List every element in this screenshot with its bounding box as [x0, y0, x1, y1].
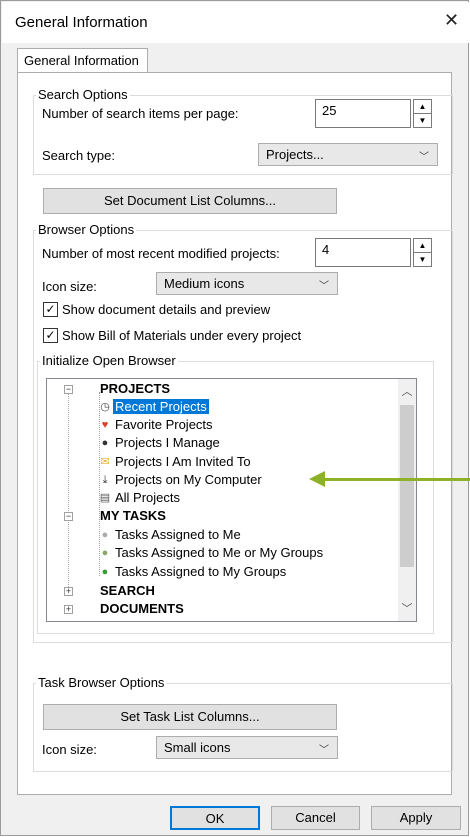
- chevron-down-icon: ﹀: [319, 745, 329, 756]
- title-bar: General Information ✕: [2, 2, 469, 43]
- tree-label: Tasks Assigned to Me: [115, 527, 241, 542]
- tree-item-search[interactable]: + SEARCH: [47, 582, 397, 600]
- window-title: General Information: [15, 14, 148, 31]
- search-items-input[interactable]: 25: [315, 99, 411, 128]
- tree-label: Tasks Assigned to Me or My Groups: [115, 545, 324, 560]
- tree-item-favorite-projects[interactable]: ♥ Favorite Projects: [47, 416, 397, 434]
- tree-item-tasks-assigned-me-groups[interactable]: ● Tasks Assigned to Me or My Groups: [47, 544, 397, 562]
- collapse-icon[interactable]: −: [64, 385, 73, 394]
- tree-label: Projects I Am Invited To: [115, 454, 251, 469]
- annotation-arrow-icon: [309, 471, 325, 487]
- user-group-icon: ●: [101, 547, 109, 559]
- cancel-button[interactable]: Cancel: [271, 806, 360, 830]
- group-icon: ●: [101, 566, 109, 578]
- clock-icon: ◷: [100, 401, 110, 413]
- person-icon: ●: [101, 437, 109, 449]
- tree-item-projects-invited[interactable]: ✉ Projects I Am Invited To: [47, 453, 397, 471]
- tree-item-documents[interactable]: + DOCUMENTS: [47, 600, 397, 618]
- spin-up-icon[interactable]: ▲: [414, 100, 431, 114]
- tree-item-projects[interactable]: − PROJECTS: [47, 380, 397, 398]
- icon-size-select[interactable]: Medium icons ﹀: [156, 272, 338, 295]
- scroll-down-icon[interactable]: ﹀: [398, 600, 416, 616]
- icon-size-value: Medium icons: [164, 276, 245, 291]
- tree-item-recent-projects[interactable]: ◷ Recent Projects: [47, 398, 397, 416]
- tree-label: PROJECTS: [100, 381, 171, 396]
- envelope-icon: ✉: [100, 456, 110, 468]
- search-options-legend: Search Options: [38, 87, 128, 102]
- tree-item-tasks-assigned-groups[interactable]: ● Tasks Assigned to My Groups: [47, 563, 397, 581]
- recent-projects-count-label: Number of most recent modified projects:: [42, 246, 280, 261]
- show-details-label[interactable]: Show document details and preview: [62, 302, 270, 317]
- annotation-arrow-line: [323, 478, 470, 481]
- tree-scrollbar[interactable]: ︿ ﹀: [398, 379, 416, 621]
- spin-down-icon[interactable]: ▼: [414, 253, 431, 266]
- browser-tree[interactable]: − PROJECTS ◷ Recent Projects ♥ Favorite …: [46, 378, 417, 622]
- scrollbar-thumb[interactable]: [400, 405, 414, 567]
- icon-size-label: Icon size:: [42, 279, 97, 294]
- task-icon-size-label: Icon size:: [42, 742, 97, 757]
- spin-down-icon[interactable]: ▼: [414, 114, 431, 127]
- collapse-icon[interactable]: −: [64, 512, 73, 521]
- tree-label: All Projects: [115, 490, 181, 505]
- task-browser-legend: Task Browser Options: [38, 675, 165, 690]
- search-type-value: Projects...: [266, 147, 324, 162]
- recent-projects-input[interactable]: 4: [315, 238, 411, 267]
- expand-icon[interactable]: +: [64, 605, 73, 614]
- tree-label: Projects I Manage: [115, 435, 220, 450]
- search-items-stepper[interactable]: ▲ ▼: [413, 99, 432, 128]
- tree-label: Favorite Projects: [115, 417, 213, 432]
- tab-general-information[interactable]: General Information: [17, 48, 148, 72]
- tree-item-my-tasks[interactable]: − MY TASKS: [47, 507, 397, 525]
- spin-up-icon[interactable]: ▲: [414, 239, 431, 253]
- initialize-browser-legend: Initialize Open Browser: [42, 353, 176, 368]
- tree-label: Recent Projects: [113, 399, 209, 414]
- tree-item-all-projects[interactable]: ▤ All Projects: [47, 489, 397, 507]
- search-type-select[interactable]: Projects... ﹀: [258, 143, 438, 166]
- task-icon-size-value: Small icons: [164, 740, 231, 755]
- tree-item-tasks-assigned-me[interactable]: ● Tasks Assigned to Me: [47, 526, 397, 544]
- set-task-list-columns-button[interactable]: Set Task List Columns...: [43, 704, 337, 730]
- person-icon: ●: [101, 529, 109, 541]
- task-icon-size-select[interactable]: Small icons ﹀: [156, 736, 338, 759]
- tree-label: MY TASKS: [100, 508, 166, 523]
- chevron-down-icon: ﹀: [319, 281, 329, 292]
- download-icon: ⤓: [102, 474, 108, 486]
- heart-icon: ♥: [101, 419, 109, 431]
- scroll-up-icon[interactable]: ︿: [398, 383, 416, 399]
- browser-options-legend: Browser Options: [38, 222, 135, 237]
- expand-icon[interactable]: +: [64, 587, 73, 596]
- apply-button[interactable]: Apply: [371, 806, 461, 830]
- search-type-label: Search type:: [42, 148, 115, 163]
- list-icon: ▤: [99, 492, 111, 504]
- tree-label: DOCUMENTS: [100, 601, 184, 616]
- recent-projects-stepper[interactable]: ▲ ▼: [413, 238, 432, 267]
- show-details-checkbox[interactable]: ✓: [43, 302, 58, 317]
- tree-label: SEARCH: [100, 583, 155, 598]
- close-icon[interactable]: ✕: [444, 10, 459, 31]
- chevron-down-icon: ﹀: [419, 152, 429, 163]
- tree-label: Projects on My Computer: [115, 472, 262, 487]
- ok-button[interactable]: OK: [170, 806, 260, 830]
- set-document-list-columns-button[interactable]: Set Document List Columns...: [43, 188, 337, 214]
- search-items-label: Number of search items per page:: [42, 106, 239, 121]
- tree-label: Tasks Assigned to My Groups: [115, 564, 287, 579]
- show-bom-label[interactable]: Show Bill of Materials under every proje…: [62, 328, 301, 343]
- show-bom-checkbox[interactable]: ✓: [43, 328, 58, 343]
- tree-item-projects-i-manage[interactable]: ● Projects I Manage: [47, 434, 397, 452]
